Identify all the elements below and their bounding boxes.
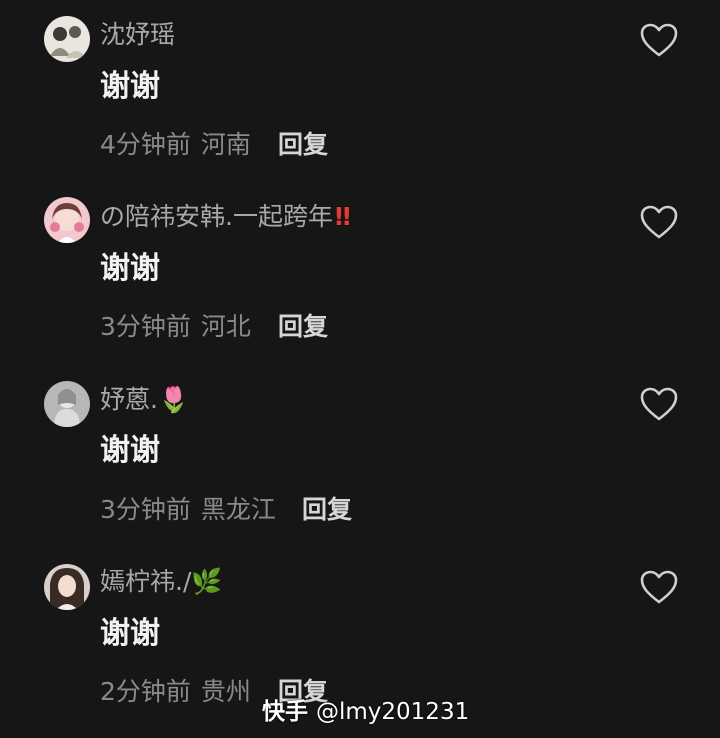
watermark: 快手 @lmy201231	[262, 696, 469, 728]
username[interactable]: 妤蒽.🌷	[100, 385, 189, 415]
comment-time: 2分钟前	[100, 677, 191, 706]
avatar[interactable]	[44, 564, 90, 610]
comment-meta: 4分钟前 河南	[100, 130, 251, 160]
username-text: 妤蒽.	[100, 385, 158, 414]
like-button[interactable]	[639, 22, 679, 58]
tulip-icon: 🌷	[157, 385, 190, 414]
comment-meta: 3分钟前 河北	[100, 312, 251, 342]
heart-outline-icon	[640, 570, 678, 604]
comment-text: 谢谢	[100, 616, 160, 651]
username-text: 嫣柠祎./	[100, 567, 192, 596]
heart-outline-icon	[640, 387, 678, 421]
avatar[interactable]	[44, 197, 90, 243]
watermark-brand: 快手	[262, 699, 308, 725]
comment-time: 3分钟前	[100, 495, 191, 524]
comment-meta: 3分钟前 黑龙江	[100, 495, 276, 525]
heart-outline-icon	[640, 23, 678, 57]
username[interactable]: の陪祎安韩.一起跨年‼	[100, 202, 351, 232]
like-button[interactable]	[639, 204, 679, 240]
comment-time: 3分钟前	[100, 312, 191, 341]
comment-text: 谢谢	[100, 69, 160, 104]
comment-region: 黑龙江	[200, 495, 276, 524]
comment-list: 沈妤瑶 谢谢 4分钟前 河南 回复 の陪祎安韩.一起跨年‼ 谢谢 3分钟前 河北…	[0, 0, 720, 738]
comment-text: 谢谢	[100, 251, 160, 286]
comment-region: 贵州	[200, 677, 251, 706]
reply-button[interactable]: 回复	[278, 130, 328, 160]
like-button[interactable]	[639, 569, 679, 605]
heart-outline-icon	[640, 205, 678, 239]
reply-button[interactable]: 回复	[278, 312, 328, 342]
username[interactable]: 嫣柠祎./🌿	[100, 567, 223, 597]
comment-time: 4分钟前	[100, 130, 191, 159]
avatar[interactable]	[44, 16, 90, 62]
username[interactable]: 沈妤瑶	[100, 20, 175, 50]
comment-region: 河北	[200, 312, 251, 341]
reply-button[interactable]: 回复	[302, 495, 352, 525]
comment-text: 谢谢	[100, 433, 160, 468]
comment-region: 河南	[200, 130, 251, 159]
comment-meta: 2分钟前 贵州	[100, 677, 251, 707]
like-button[interactable]	[639, 386, 679, 422]
herb-icon: 🌿	[191, 567, 223, 596]
watermark-handle: @lmy201231	[316, 699, 470, 725]
avatar[interactable]	[44, 381, 90, 427]
double-exclamation-icon: ‼	[334, 202, 351, 231]
username-text: の陪祎安韩.一起跨年	[100, 202, 333, 231]
